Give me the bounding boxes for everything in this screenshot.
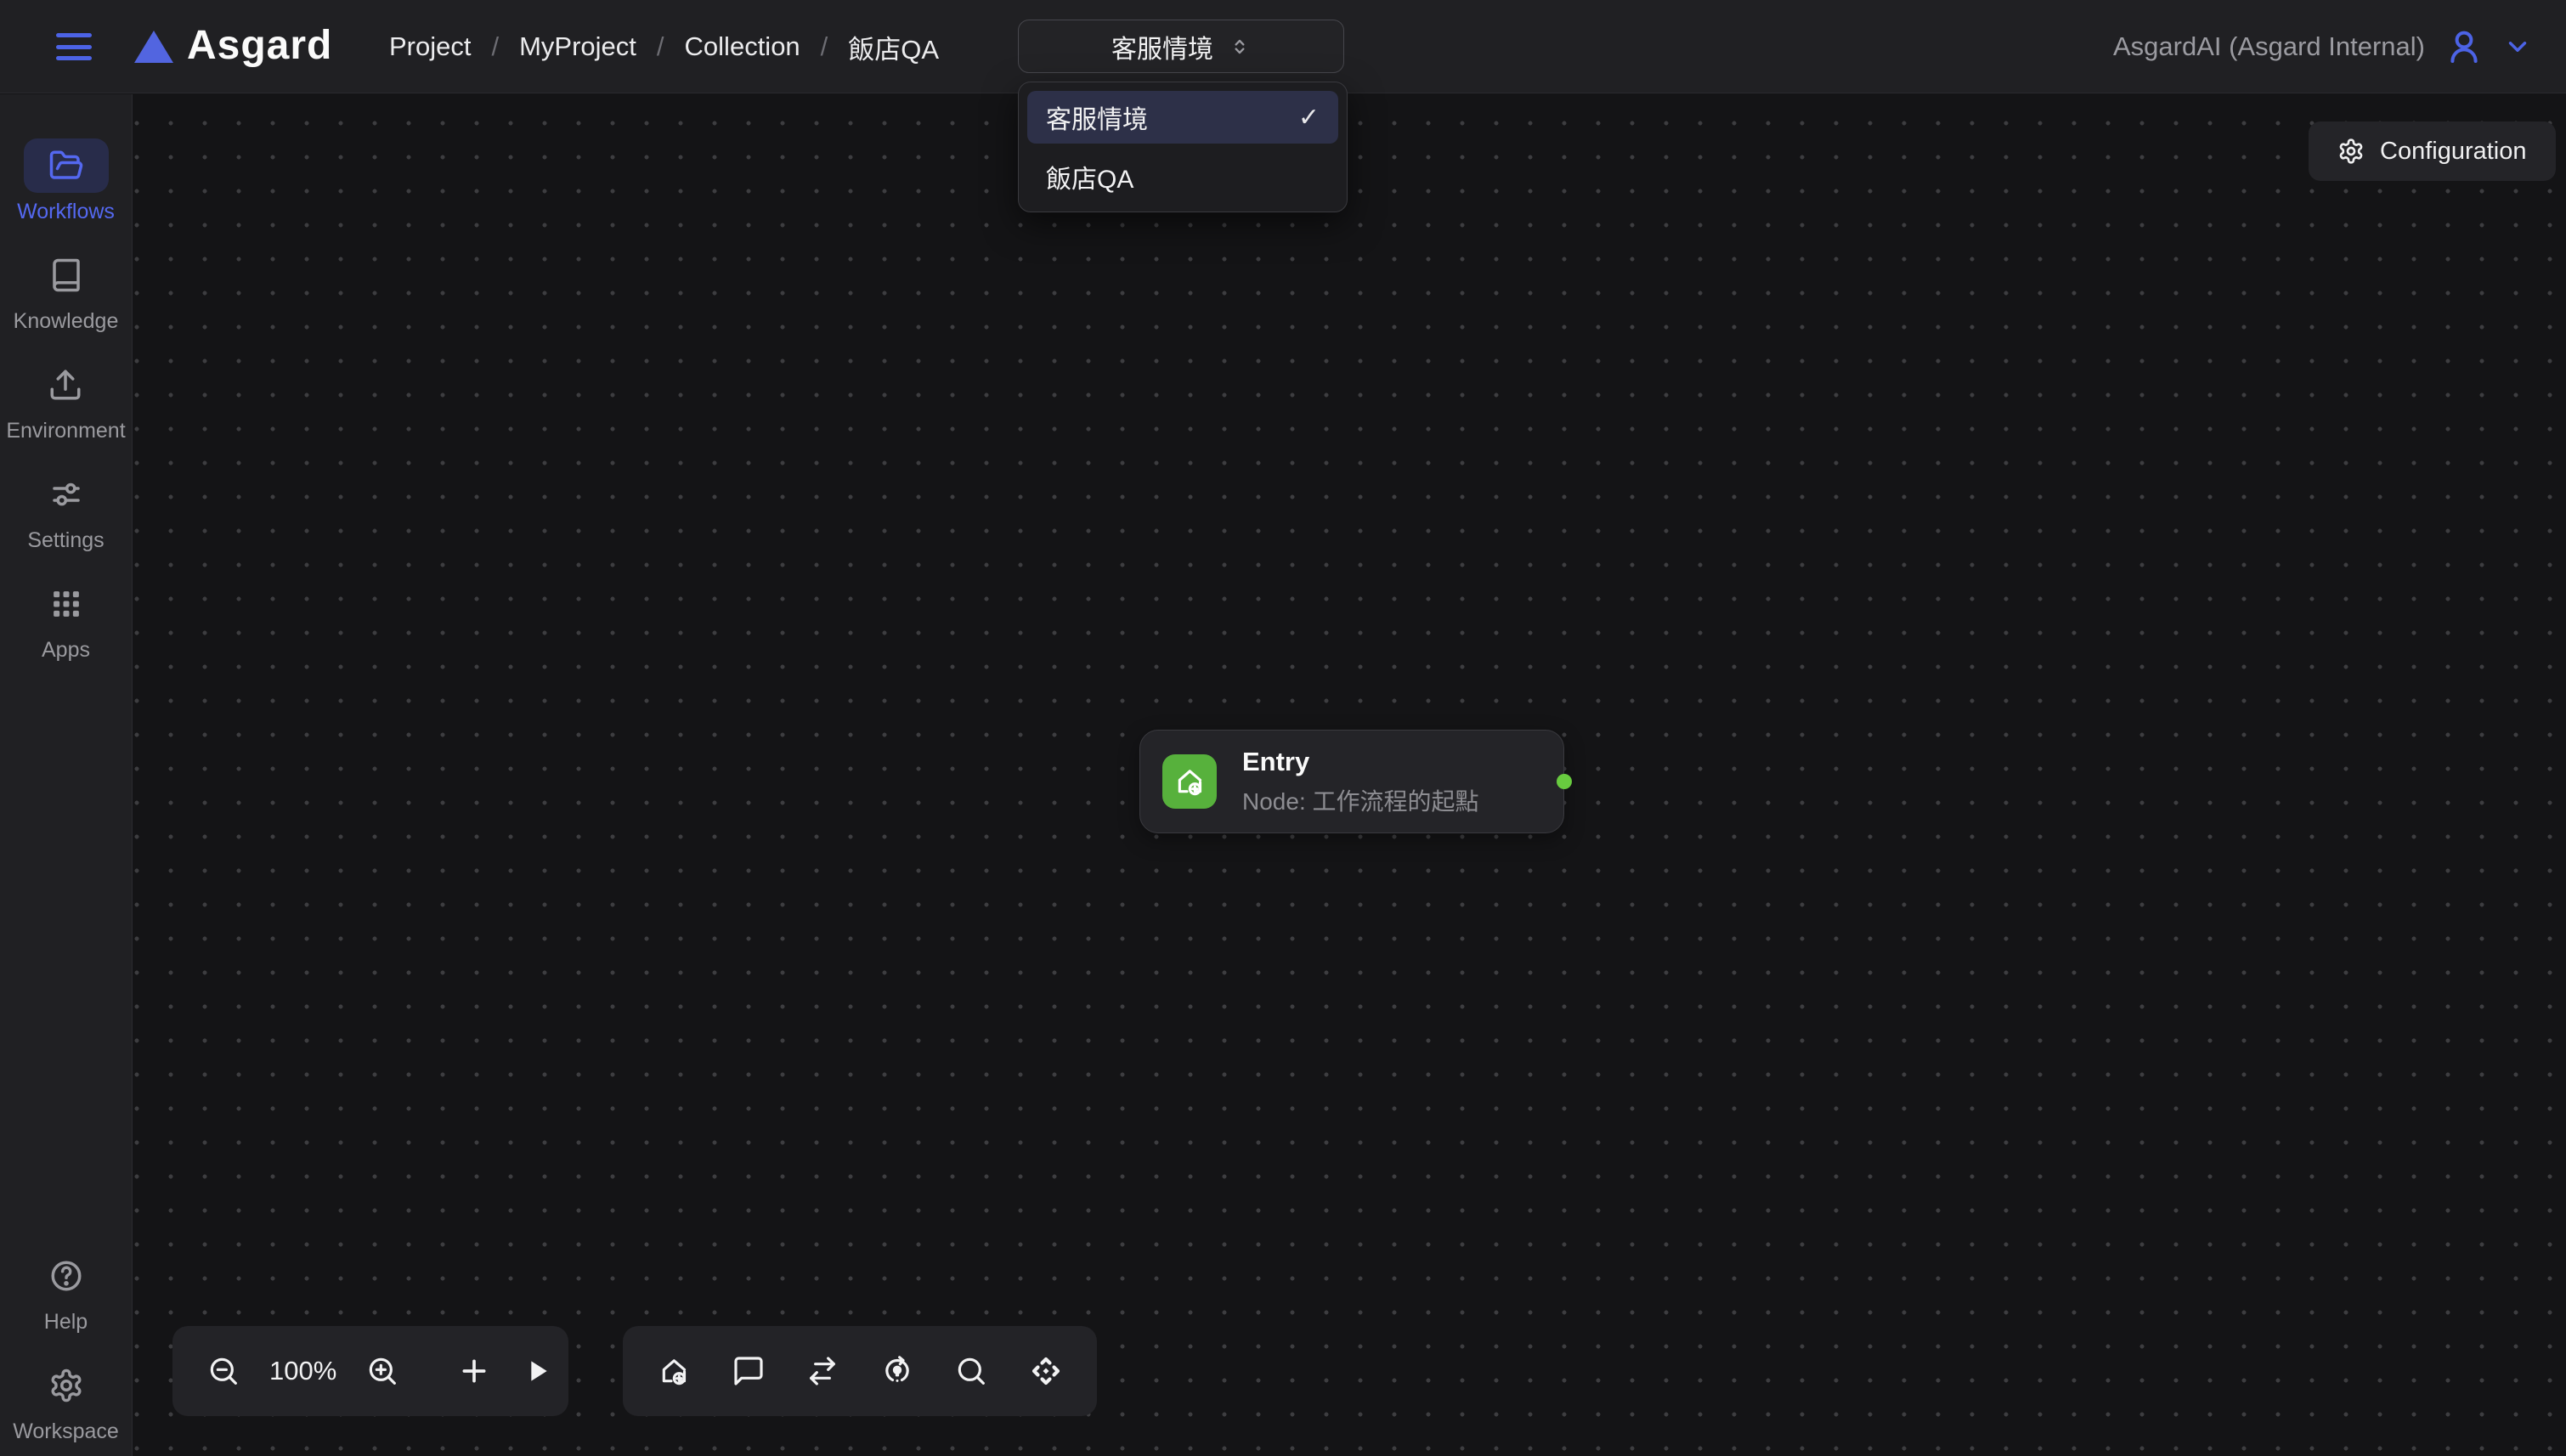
book-icon [48, 257, 84, 293]
sidebar-item-apps[interactable]: Apps [24, 577, 109, 663]
app-root: Asgard Project / MyProject / Collection … [0, 0, 2566, 1456]
plus-icon [457, 1354, 491, 1388]
sidebar-item-workspace[interactable]: Workspace [13, 1358, 119, 1444]
breadcrumb-current[interactable]: 飯店QA [848, 28, 939, 66]
dropdown-option-label: 飯店QA [1046, 158, 1133, 195]
gear-icon [2337, 138, 2365, 165]
breadcrumb-separator: / [821, 31, 828, 62]
entry-node-icon-box [1162, 754, 1217, 809]
actions-toolbar [623, 1326, 1097, 1416]
breadcrumb-collection[interactable]: Collection [685, 31, 800, 62]
chevron-down-icon[interactable] [2503, 32, 2532, 61]
account-area: AsgardAI (Asgard Internal) [2113, 0, 2532, 93]
chat-bubble-icon [732, 1354, 766, 1388]
swap-arrows-icon [805, 1354, 839, 1388]
sliders-icon [48, 477, 84, 512]
sidebar-nav: Workflows Knowledge Environment Settings… [0, 94, 133, 1456]
workflow-selector-button[interactable]: 客服情境 [1018, 20, 1344, 73]
unfold-chevrons-icon [1229, 36, 1251, 58]
breadcrumb: Project / MyProject / Collection / 飯店QA [389, 0, 939, 93]
menu-hamburger-icon[interactable] [56, 33, 92, 60]
optimize-button[interactable] [880, 1354, 914, 1388]
breadcrumb-separator: / [491, 31, 499, 62]
sidebar-item-environment[interactable]: Environment [6, 358, 125, 443]
configuration-button[interactable]: Configuration [2309, 121, 2556, 181]
entry-node[interactable]: Entry Node: 工作流程的起點 [1139, 730, 1564, 833]
gear-icon [48, 1368, 84, 1403]
zoom-out-icon [206, 1354, 240, 1388]
entry-node-output-port[interactable] [1557, 774, 1572, 789]
house-plus-icon [657, 1354, 691, 1388]
breadcrumb-separator: / [657, 31, 664, 62]
top-bar: Asgard Project / MyProject / Collection … [0, 0, 2566, 93]
play-icon [520, 1354, 554, 1388]
account-label: AsgardAI (Asgard Internal) [2113, 31, 2425, 62]
search-icon [954, 1354, 988, 1388]
search-button[interactable] [954, 1354, 988, 1388]
help-circle-icon [48, 1258, 84, 1294]
dropdown-option-selected[interactable]: 客服情境 ✓ [1027, 91, 1338, 144]
user-icon[interactable] [2444, 26, 2484, 67]
apps-grid-icon [48, 586, 84, 622]
sidebar-item-knowledge[interactable]: Knowledge [14, 248, 119, 334]
swap-connections-button[interactable] [805, 1354, 839, 1388]
asgard-logo-text: Asgard [187, 22, 332, 69]
sidebar-item-settings[interactable]: Settings [24, 467, 109, 553]
sidebar-item-label: Environment [6, 419, 125, 443]
workflow-selector-value: 客服情境 [1111, 28, 1213, 65]
upload-icon [48, 367, 83, 403]
entry-node-title: Entry [1242, 747, 1479, 777]
entry-node-subtitle: Node: 工作流程的起點 [1242, 783, 1479, 817]
zoom-level-value: 100% [269, 1356, 336, 1386]
bulb-refresh-icon [880, 1354, 914, 1388]
breadcrumb-project[interactable]: Project [389, 31, 471, 62]
sidebar-item-label: Knowledge [14, 309, 119, 334]
asgard-logo-triangle-icon [134, 31, 173, 63]
house-plus-icon [1173, 765, 1207, 799]
zoom-out-button[interactable] [206, 1354, 240, 1388]
configuration-button-label: Configuration [2380, 138, 2527, 166]
workflow-canvas[interactable]: Configuration Entry Node: 工作流程的起點 100% [133, 94, 2566, 1456]
zoom-in-button[interactable] [365, 1354, 399, 1388]
folder-open-icon [48, 148, 84, 183]
sidebar-item-label: Apps [42, 638, 90, 663]
workflow-dropdown-menu: 客服情境 ✓ 飯店QA [1018, 82, 1348, 212]
zoom-toolbar: 100% [172, 1326, 568, 1416]
add-button[interactable] [457, 1354, 491, 1388]
breadcrumb-myproject[interactable]: MyProject [519, 31, 636, 62]
fit-view-button[interactable] [1029, 1354, 1063, 1388]
sidebar-item-label: Settings [27, 528, 104, 553]
dropdown-option[interactable]: 飯店QA [1027, 150, 1338, 203]
sidebar-item-label: Help [44, 1310, 88, 1335]
comment-button[interactable] [732, 1354, 766, 1388]
move-fit-icon [1029, 1354, 1063, 1388]
dropdown-option-label: 客服情境 [1046, 99, 1148, 136]
run-button[interactable] [520, 1354, 554, 1388]
sidebar-item-label: Workspace [13, 1419, 119, 1444]
zoom-in-icon [365, 1354, 399, 1388]
sidebar-item-workflows[interactable]: Workflows [17, 138, 115, 224]
add-entry-node-button[interactable] [657, 1354, 691, 1388]
check-icon: ✓ [1298, 103, 1320, 133]
sidebar-item-help[interactable]: Help [24, 1249, 109, 1335]
sidebar-item-label: Workflows [17, 200, 115, 224]
